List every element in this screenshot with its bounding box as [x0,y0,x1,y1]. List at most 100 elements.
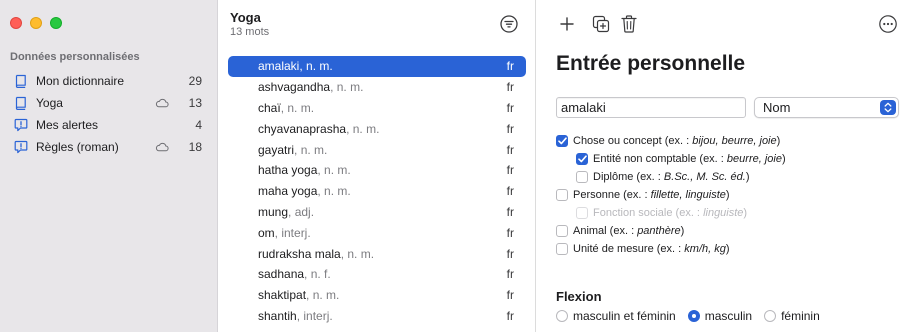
checkbox-diplome[interactable]: Diplôme (ex. : B.Sc., M. Sc. éd.) [556,168,786,186]
icloud-icon [154,98,170,108]
word-row-selected[interactable]: amalaki, n. m. fr [228,56,526,77]
word-category: , n. m. [306,288,340,303]
checkbox-checked[interactable] [556,135,568,147]
word-category: , n. m. [330,80,364,95]
checkbox-label-main: Personne (ex. : [573,189,651,201]
word-name: sadhana [258,267,305,282]
word-entry-text: ashvagandha, n. m. [258,80,507,94]
word-language: fr [506,80,514,95]
word-entry-text: hatha yoga, n. m. [258,163,507,177]
word-input[interactable] [556,97,746,118]
checkbox-label-examples: linguiste [703,207,744,219]
checkbox-entite-non-comptable[interactable]: Entité non comptable (ex. : beurre, joie… [556,150,786,168]
word-row[interactable]: rudraksha mala, n. m. fr [228,243,526,264]
word-row[interactable]: chaï, n. m. fr [228,98,526,119]
word-row[interactable]: maha yoga, n. m. fr [228,181,526,202]
flexion-title: Flexion [556,289,602,304]
sidebar-item-yoga[interactable]: Yoga 13 [8,92,208,114]
sidebar-item-mes-alertes[interactable]: Mes alertes 4 [8,114,208,136]
sidebar-item-mon-dictionnaire[interactable]: Mon dictionnaire 29 [8,70,208,92]
checkbox-unchecked [576,207,588,219]
more-options-button[interactable] [876,12,900,36]
word-language: fr [506,204,514,219]
sidebar-item-count: 4 [195,118,202,132]
word-name: chyavanaprasha [258,121,347,136]
entry-title: Entrée personnelle [556,52,746,75]
word-row[interactable]: ashvagandha, n. m. fr [228,77,526,98]
word-row[interactable]: sadhana, n. f. fr [228,264,526,285]
word-row[interactable]: gayatri, n. m. fr [228,139,526,160]
checkbox-label-suffix: ) [781,153,786,165]
radio-masculin-et-féminin[interactable]: masculin et féminin [556,309,676,323]
word-name: gayatri [258,142,295,157]
delete-entry-button[interactable] [617,12,641,36]
word-entry-text: chaï, n. m. [258,101,507,115]
book-icon [14,74,28,88]
word-entry-text: maha yoga, n. m. [258,184,507,198]
word-row[interactable]: shantih, interj. fr [228,306,526,327]
word-language: fr [506,100,514,115]
sidebar-item-règles-roman[interactable]: Règles (roman) 18 [8,136,208,158]
checkbox-animal[interactable]: Animal (ex. : panthère) [556,222,786,240]
window-controls [10,17,62,29]
checkbox-label-suffix: ) [725,189,730,201]
radio-unselected[interactable] [556,310,568,322]
checkbox-label-main: Chose ou concept (ex. : [573,135,693,147]
list-header: Yoga 13 mots [230,10,269,38]
checkbox-label-suffix: ) [743,207,748,219]
word-row[interactable]: shaktipat, n. m. fr [228,285,526,306]
word-language: fr [506,59,514,74]
minimize-window-button[interactable] [30,17,42,29]
checkbox-label-suffix: ) [745,171,750,183]
book-icon [14,96,28,110]
word-name: chaï [258,100,281,115]
add-entry-button[interactable] [555,12,579,36]
word-name: rudraksha mala [258,246,341,261]
duplicate-entry-button[interactable] [589,12,613,36]
radio-selected[interactable] [687,310,700,322]
entry-detail-pane: Entrée personnelle Nom Chose ou concept … [537,0,914,332]
word-language: fr [506,308,514,323]
checkbox-chose-ou-concept[interactable]: Chose ou concept (ex. : bijou, beurre, j… [556,132,786,150]
word-entry-text: mung, adj. [258,205,507,219]
word-category: , n. m. [294,142,328,157]
checkbox-unchecked[interactable] [556,189,568,201]
word-category: , n. m. [317,163,351,178]
radio-masculin[interactable]: masculin [687,309,752,323]
checkbox-unchecked[interactable] [576,171,588,183]
checkbox-personne[interactable]: Personne (ex. : fillette, linguiste) [556,186,786,204]
word-language: fr [506,288,514,303]
word-name: amalaki [258,59,300,74]
zoom-window-button[interactable] [50,17,62,29]
close-window-button[interactable] [10,17,22,29]
checkbox-label: Personne (ex. : fillette, linguiste) [573,189,730,201]
word-category: , n. m. [340,246,375,261]
alert-bubble-icon [14,118,28,132]
trash-icon [621,15,637,33]
filter-button[interactable] [499,14,519,34]
radio-féminin[interactable]: féminin [764,309,820,323]
word-row[interactable]: mung, adj. fr [228,202,526,223]
toolbar [555,12,900,36]
word-category: , n. m. [317,184,351,199]
word-row[interactable]: om, interj. fr [228,222,526,243]
word-category: , n. m. [280,100,315,115]
checkbox-unite-de-mesure[interactable]: Unité de mesure (ex. : km/h, kg) [556,240,786,258]
checkbox-checked[interactable] [576,153,588,165]
sidebar-item-count: 18 [188,140,202,154]
word-name: maha yoga [258,184,318,199]
word-language: fr [506,184,514,199]
sidebar-list: Mon dictionnaire 29 Yoga 13 Mes alertes 4 Règl… [8,70,208,158]
word-category: , n. m. [346,121,380,136]
checkbox-fonction-sociale: Fonction sociale (ex. : linguiste) [556,204,786,222]
word-entry-text: shantih, interj. [258,309,507,323]
checkbox-unchecked[interactable] [556,243,568,255]
word-row[interactable]: chyavanaprasha, n. m. fr [228,118,526,139]
part-of-speech-select[interactable]: Nom [754,97,899,118]
checkbox-unchecked[interactable] [556,225,568,237]
word-row[interactable]: hatha yoga, n. m. fr [228,160,526,181]
word-entry-text: amalaki, n. m. [258,59,507,73]
radio-unselected[interactable] [764,310,777,322]
duplicate-icon [592,15,610,33]
word-name: shaktipat [258,288,307,303]
